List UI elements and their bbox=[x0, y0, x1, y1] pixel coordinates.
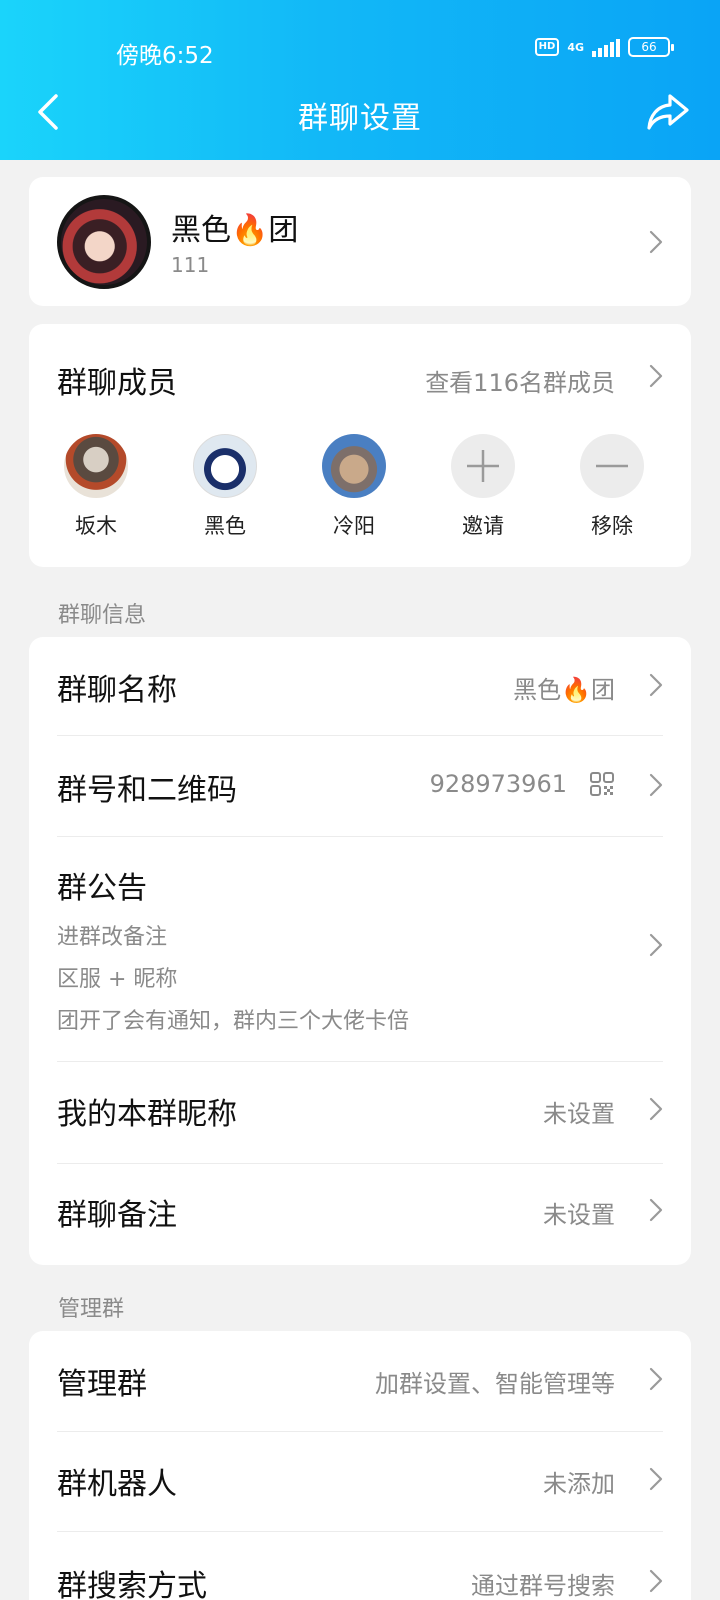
group-remark-row-value[interactable]: 未设置 bbox=[543, 1195, 615, 1230]
member-item[interactable]: 黑色 bbox=[180, 434, 270, 540]
member-name: 冷阳 bbox=[333, 514, 375, 538]
page-title: 群聊设置 bbox=[298, 101, 422, 136]
members-card: 群聊成员 查看116名群成员 坂木 黑色 冷阳 邀请 移除 bbox=[29, 324, 691, 567]
group-subtitle: 111 bbox=[171, 253, 210, 277]
battery-icon: 66 bbox=[628, 37, 674, 57]
chevron-right-icon[interactable] bbox=[649, 1569, 663, 1593]
plus-icon bbox=[451, 434, 515, 498]
group-name-row-title[interactable]: 群聊名称 bbox=[57, 665, 177, 709]
remove-button[interactable]: 移除 bbox=[567, 434, 657, 540]
group-robot-row-title[interactable]: 群机器人 bbox=[57, 1459, 177, 1503]
group-notice-line: 团开了会有通知，群内三个大佬卡倍 bbox=[57, 1009, 410, 1034]
divider bbox=[57, 1531, 663, 1532]
signal-icon bbox=[592, 37, 620, 57]
member-avatar bbox=[193, 434, 257, 498]
member-avatar bbox=[322, 434, 386, 498]
remove-label: 移除 bbox=[591, 514, 633, 538]
manage-card: 管理群 加群设置、智能管理等 群机器人 未添加 群搜索方式 通过群号搜索 bbox=[29, 1331, 691, 1600]
member-item[interactable]: 坂木 bbox=[51, 434, 141, 540]
divider bbox=[57, 1061, 663, 1062]
group-avatar bbox=[57, 195, 151, 289]
group-search-row-title[interactable]: 群搜索方式 bbox=[57, 1561, 207, 1600]
my-nickname-row-title[interactable]: 我的本群昵称 bbox=[57, 1089, 237, 1133]
divider bbox=[57, 1431, 663, 1432]
group-number-value[interactable]: 928973961 bbox=[430, 770, 567, 798]
member-name: 坂木 bbox=[75, 514, 117, 538]
status-time: 傍晚6:52 bbox=[116, 43, 214, 69]
group-name: 黑色🔥团 bbox=[171, 213, 299, 248]
chevron-right-icon bbox=[649, 230, 663, 254]
group-profile-card[interactable]: 黑色🔥团 111 bbox=[29, 177, 691, 306]
divider bbox=[57, 1163, 663, 1164]
view-members-link[interactable]: 查看116名群成员 bbox=[425, 363, 615, 398]
chevron-right-icon[interactable] bbox=[649, 673, 663, 697]
chevron-right-icon[interactable] bbox=[649, 1097, 663, 1121]
group-robot-row-value[interactable]: 未添加 bbox=[543, 1464, 615, 1499]
chevron-right-icon[interactable] bbox=[649, 1198, 663, 1222]
chevron-right-icon[interactable] bbox=[649, 364, 663, 388]
group-notice-title[interactable]: 群公告 bbox=[57, 863, 147, 907]
chevron-right-icon[interactable] bbox=[649, 933, 663, 957]
manage-group-row-title[interactable]: 管理群 bbox=[57, 1359, 147, 1403]
minus-icon bbox=[580, 434, 644, 498]
chevron-right-icon[interactable] bbox=[649, 1467, 663, 1491]
manage-group-row-value[interactable]: 加群设置、智能管理等 bbox=[375, 1364, 615, 1399]
divider bbox=[57, 735, 663, 736]
qr-code-icon[interactable] bbox=[589, 771, 615, 797]
share-icon[interactable] bbox=[646, 92, 690, 132]
chevron-right-icon[interactable] bbox=[649, 1367, 663, 1391]
network-type: 4G bbox=[567, 40, 584, 54]
members-title: 群聊成员 bbox=[57, 366, 177, 401]
group-number-row-title[interactable]: 群号和二维码 bbox=[57, 765, 237, 809]
invite-button[interactable]: 邀请 bbox=[438, 434, 528, 540]
group-name-row-value[interactable]: 黑色🔥团 bbox=[513, 670, 615, 705]
invite-label: 邀请 bbox=[462, 514, 504, 538]
group-notice-line: 区服 + 昵称 bbox=[57, 967, 178, 992]
member-name: 黑色 bbox=[204, 514, 246, 538]
group-notice-line: 进群改备注 bbox=[57, 925, 168, 950]
group-remark-row-title[interactable]: 群聊备注 bbox=[57, 1190, 177, 1234]
chevron-right-icon[interactable] bbox=[649, 773, 663, 797]
status-indicators: HD 4G 66 bbox=[534, 37, 674, 57]
my-nickname-row-value[interactable]: 未设置 bbox=[543, 1094, 615, 1129]
top-header: 傍晚6:52 HD 4G 66 群聊设置 bbox=[0, 0, 720, 160]
hd-badge: HD bbox=[534, 38, 560, 56]
section-label-group-info: 群聊信息 bbox=[58, 603, 147, 628]
section-label-manage: 管理群 bbox=[58, 1297, 125, 1322]
member-item[interactable]: 冷阳 bbox=[309, 434, 399, 540]
divider bbox=[57, 836, 663, 837]
group-search-row-value[interactable]: 通过群号搜索 bbox=[471, 1566, 615, 1600]
group-info-card: 群聊名称 黑色🔥团 群号和二维码 928973961 群公告 进群改备注 区服 … bbox=[29, 637, 691, 1265]
member-avatar bbox=[64, 434, 128, 498]
